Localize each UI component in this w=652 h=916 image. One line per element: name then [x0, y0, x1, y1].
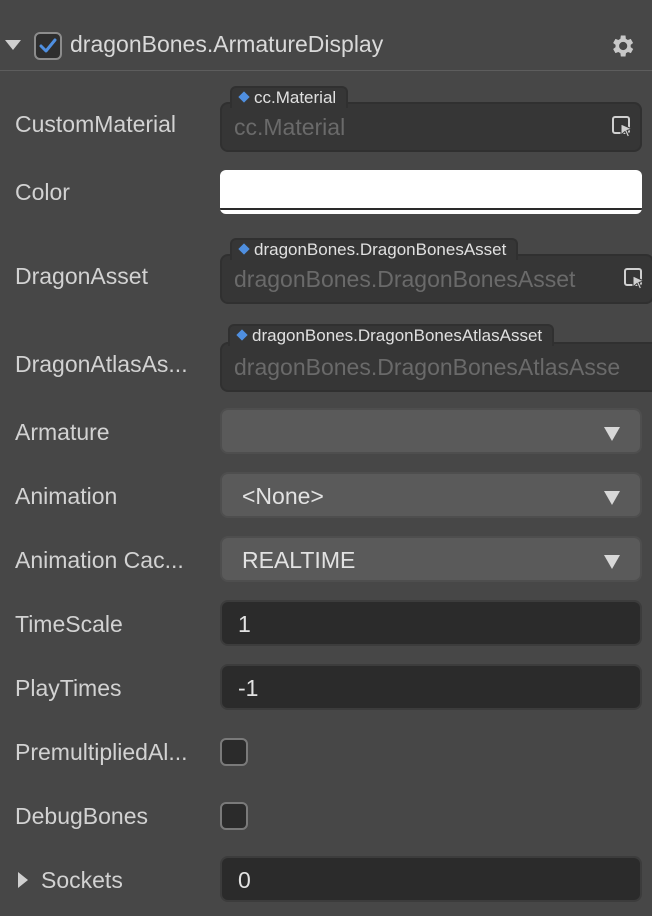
sockets-value: 0	[238, 867, 251, 893]
play-times-input[interactable]: -1	[220, 664, 642, 710]
dragon-asset-type-tag: dragonBones.DragonBonesAsset	[230, 238, 519, 260]
asset-picker-icon[interactable]	[624, 268, 646, 290]
color-swatch[interactable]	[220, 170, 642, 214]
custom-material-placeholder: cc.Material	[234, 114, 346, 140]
color-label: Color	[15, 179, 70, 205]
dropdown-caret-icon	[604, 555, 620, 569]
component-enable-checkbox[interactable]	[34, 32, 62, 60]
animation-value: <None>	[242, 483, 324, 509]
custom-material-label: CustomMaterial	[15, 111, 177, 137]
checkmark-icon	[39, 38, 57, 53]
dragon-asset-field[interactable]: dragonBones.DragonBonesAsset dragonBones…	[220, 238, 652, 304]
debug-bones-checkbox[interactable]	[220, 802, 248, 830]
component-title: dragonBones.ArmatureDisplay	[70, 31, 384, 57]
dragon-atlas-asset-label: DragonAtlasAs...	[15, 351, 188, 377]
dropdown-caret-icon	[604, 427, 620, 441]
sockets-input[interactable]: 0	[220, 856, 642, 902]
asset-picker-icon[interactable]	[612, 116, 634, 138]
header-divider	[0, 70, 652, 71]
play-times-label: PlayTimes	[15, 675, 122, 701]
gear-icon[interactable]	[608, 32, 636, 60]
dragon-atlas-asset-placeholder: dragonBones.DragonBonesAtlasAsse	[234, 354, 621, 380]
animation-cache-label: Animation Cac...	[15, 547, 184, 573]
component-header: dragonBones.ArmatureDisplay	[0, 0, 652, 72]
dropdown-caret-icon	[604, 491, 620, 505]
expand-caret-icon[interactable]	[18, 872, 28, 888]
play-times-value: -1	[238, 675, 259, 701]
armature-label: Armature	[15, 419, 110, 445]
animation-label: Animation	[15, 483, 118, 509]
premultiplied-alpha-checkbox[interactable]	[220, 738, 248, 766]
armature-select[interactable]	[220, 408, 642, 454]
collapse-caret-icon[interactable]	[5, 40, 21, 50]
dragon-atlas-asset-field[interactable]: dragonBones.DragonBonesAtlasAsse	[220, 342, 652, 392]
sockets-label: Sockets	[41, 867, 123, 893]
animation-cache-value: REALTIME	[242, 547, 356, 573]
time-scale-label: TimeScale	[15, 611, 123, 637]
dragon-atlas-asset-type-tag: dragonBones.DragonBonesAtlasAsset	[228, 324, 555, 346]
debug-bones-label: DebugBones	[15, 803, 148, 829]
custom-material-type-tag: cc.Material	[230, 86, 349, 108]
premultiplied-alpha-label: PremultipliedAl...	[15, 739, 188, 765]
dragon-asset-placeholder: dragonBones.DragonBonesAsset	[234, 266, 576, 292]
color-alpha-bar	[220, 208, 642, 210]
animation-cache-select[interactable]: REALTIME	[220, 536, 642, 582]
animation-select[interactable]: <None>	[220, 472, 642, 518]
custom-material-field[interactable]: cc.Material cc.Material	[220, 86, 642, 152]
time-scale-value: 1	[238, 611, 251, 637]
dragon-asset-label: DragonAsset	[15, 263, 148, 289]
time-scale-input[interactable]: 1	[220, 600, 642, 646]
